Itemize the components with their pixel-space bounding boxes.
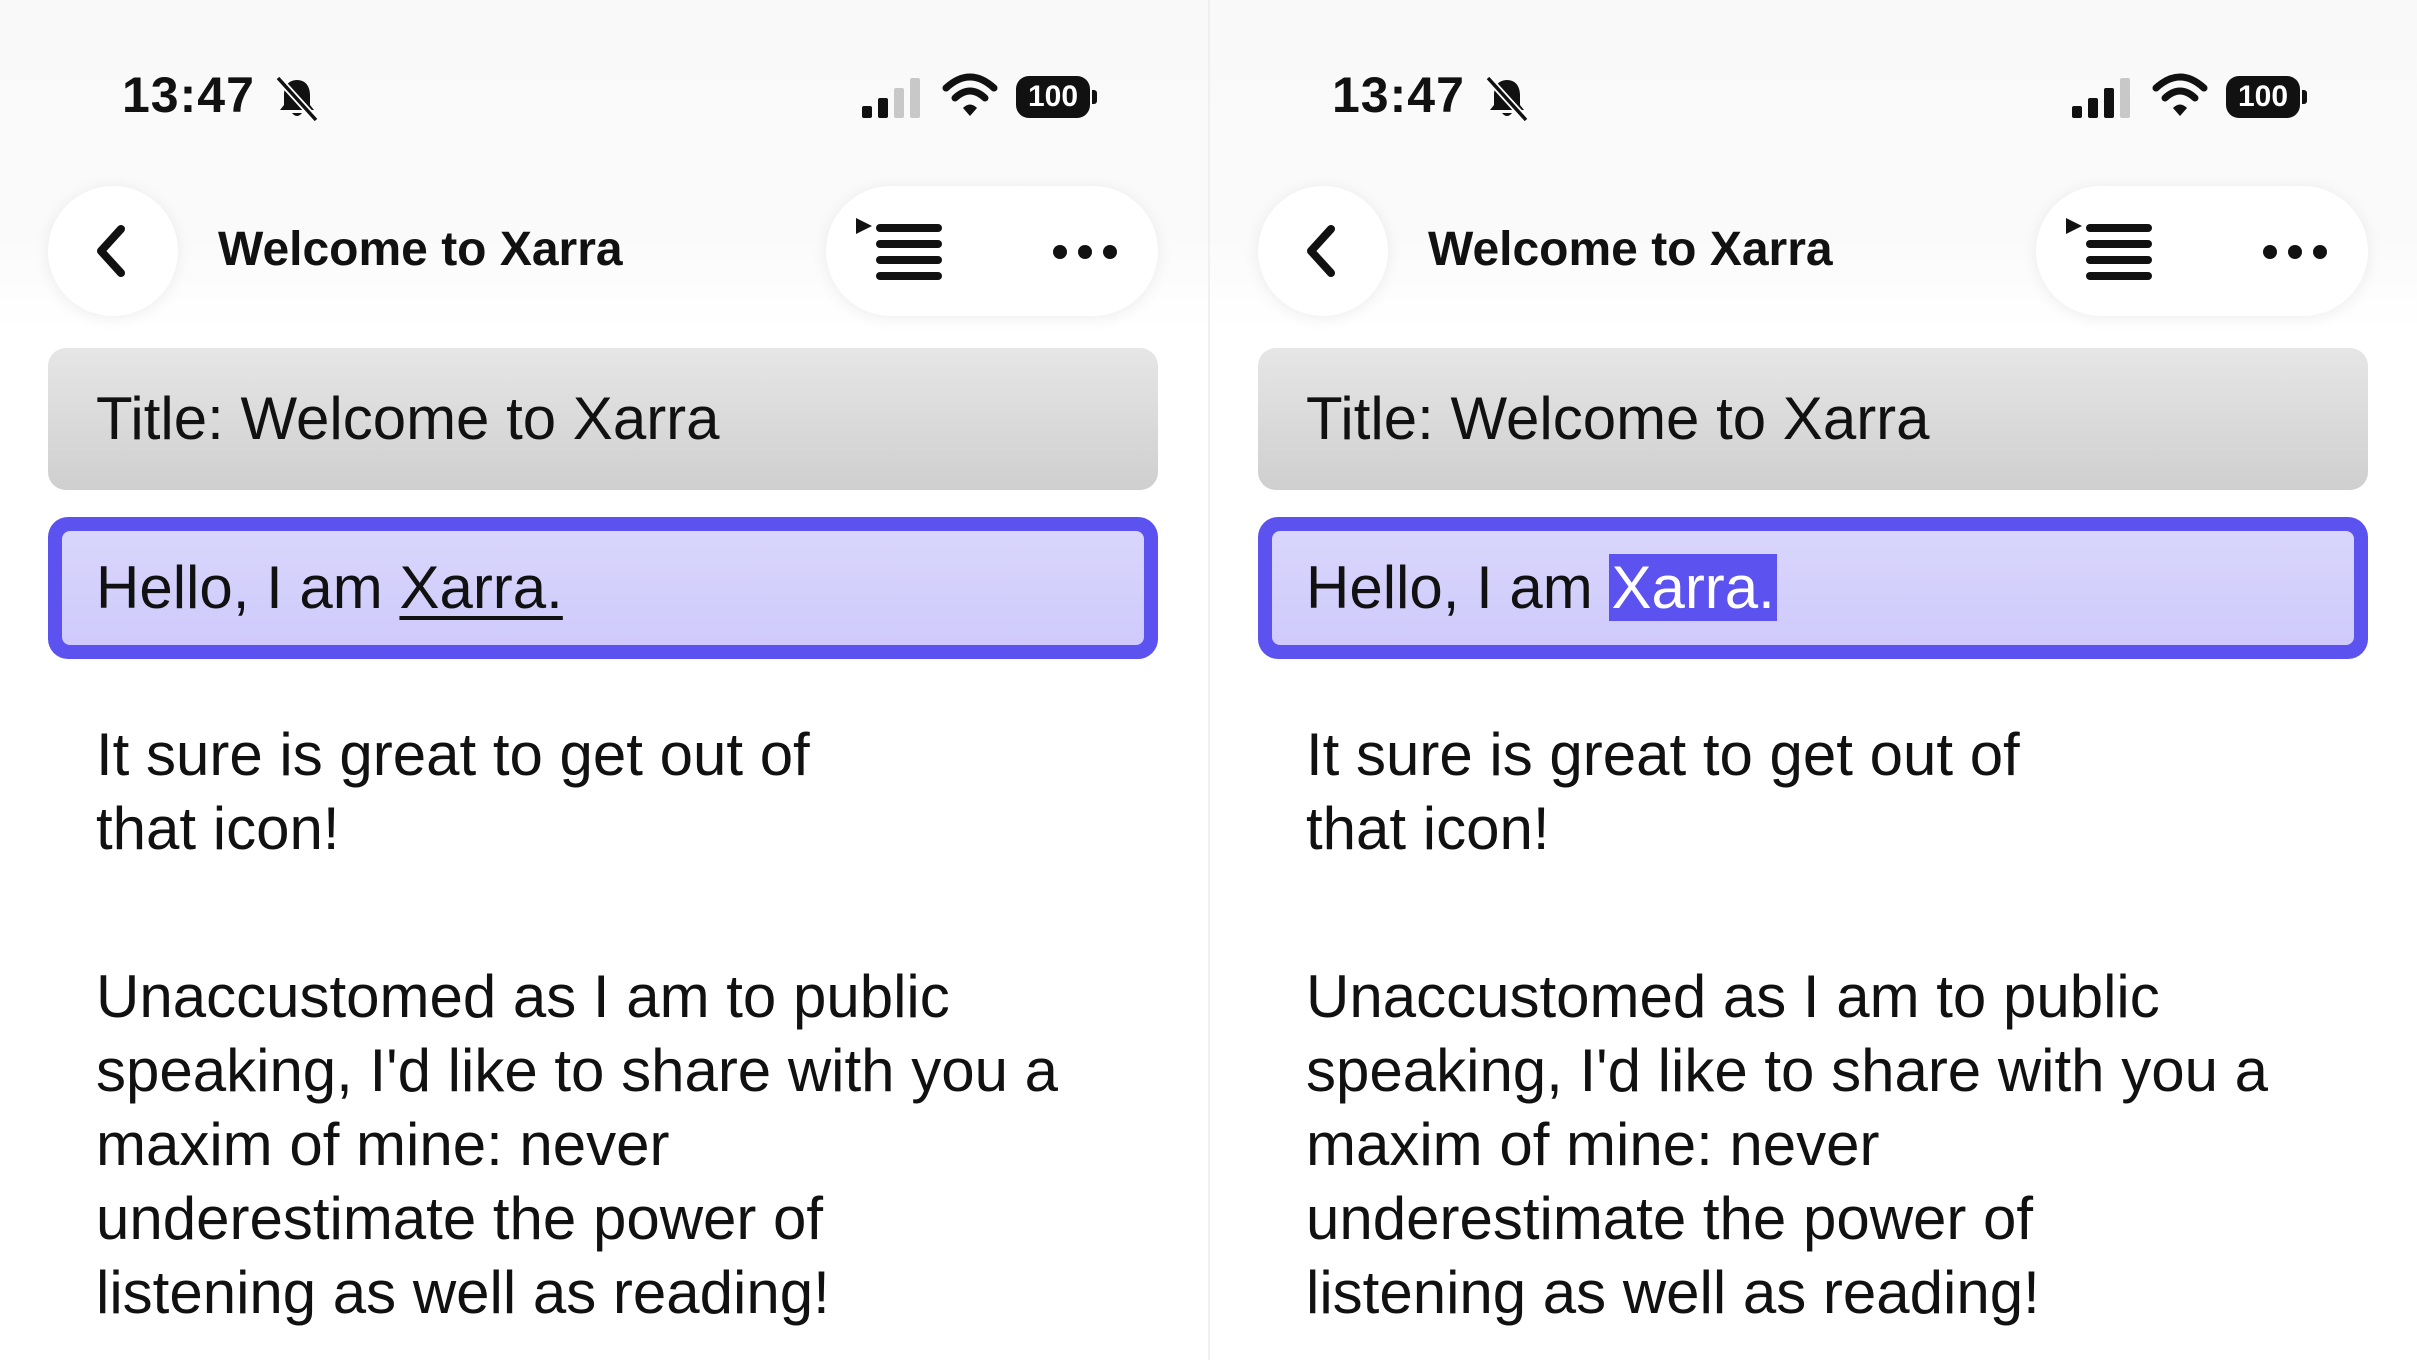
paragraph-line: Unaccustomed as I am to public <box>96 963 950 1030</box>
wifi-icon <box>2152 73 2208 116</box>
ellipsis-icon[interactable] <box>2260 232 2330 272</box>
paragraph-line: underestimate the power of <box>1306 1185 2034 1252</box>
paragraph[interactable]: It sure is great to get out of that icon… <box>1306 718 2366 866</box>
paragraph-line: Unaccustomed as I am to public <box>1306 963 2160 1030</box>
title-block[interactable]: Title: Welcome to Xarra <box>1258 348 2368 490</box>
paragraph-line: underestimate the power of <box>96 1185 824 1252</box>
battery-tip <box>2302 90 2307 104</box>
sentence-prefix: Hello, I am <box>1306 554 1610 621</box>
sentence-prefix: Hello, I am <box>96 554 400 621</box>
phone-screen-selected: 13:47 100 Welcome to Xarra Title: Welcom… <box>1210 0 2417 1360</box>
paragraph-line: It sure is great to get out of <box>96 721 810 788</box>
status-time: 13:47 <box>122 67 255 123</box>
bell-slash-icon <box>275 75 319 123</box>
status-time: 13:47 <box>1332 67 1465 123</box>
current-word-underlined: Xarra. <box>399 554 563 621</box>
paragraph-line: that icon! <box>96 795 340 862</box>
ellipsis-icon[interactable] <box>1050 232 1120 272</box>
battery-level: 100 <box>2226 76 2300 118</box>
paragraph-line: listening as well as reading! <box>96 1259 830 1326</box>
active-sentence-block[interactable]: Hello, I am Xarra. <box>1258 517 2368 659</box>
paragraph[interactable]: Unaccustomed as I am to public speaking,… <box>96 960 1156 1330</box>
paragraph-line: speaking, I'd like to share with you a <box>96 1037 1058 1104</box>
paragraph[interactable]: Unaccustomed as I am to public speaking,… <box>1306 960 2366 1330</box>
paragraph-line: maxim of mine: never <box>96 1111 670 1178</box>
chevron-left-icon <box>97 225 125 277</box>
paragraph-line: It sure is great to get out of <box>1306 721 2020 788</box>
back-button[interactable] <box>1258 186 1388 316</box>
paragraph-line: that icon! <box>1306 795 1550 862</box>
toolbar-pill <box>2036 186 2368 316</box>
title-block-text: Title: Welcome to Xarra <box>1306 385 1930 452</box>
title-block[interactable]: Title: Welcome to Xarra <box>48 348 1158 490</box>
paragraph-line: listening as well as reading! <box>1306 1259 2040 1326</box>
cellular-signal-icon <box>862 78 920 118</box>
paragraph[interactable]: It sure is great to get out of that icon… <box>96 718 1156 866</box>
current-word-selected: Xarra. <box>1609 554 1777 621</box>
paragraph-line: speaking, I'd like to share with you a <box>1306 1037 2268 1104</box>
toolbar-pill <box>826 186 1158 316</box>
chevron-left-icon <box>1307 225 1335 277</box>
back-button[interactable] <box>48 186 178 316</box>
paragraph-line: maxim of mine: never <box>1306 1111 1880 1178</box>
nav-title: Welcome to Xarra <box>218 223 623 276</box>
comparison-screenshot: 13:47 100 Welcome to Xarra Title: Welcom… <box>0 0 2417 1360</box>
battery-icon: 100 <box>1016 76 1098 118</box>
bell-slash-icon <box>1485 75 1529 123</box>
wifi-icon <box>942 73 998 116</box>
active-sentence-text: Hello, I am Xarra. <box>96 553 563 622</box>
active-sentence-text: Hello, I am Xarra. <box>1306 553 1777 622</box>
battery-tip <box>1092 90 1097 104</box>
battery-icon: 100 <box>2226 76 2308 118</box>
phone-screen-underline: 13:47 100 Welcome to Xarra Title: Welcom… <box>0 0 1208 1360</box>
active-sentence-block[interactable]: Hello, I am Xarra. <box>48 517 1158 659</box>
play-list-icon[interactable] <box>2064 214 2164 290</box>
cellular-signal-icon <box>2072 78 2130 118</box>
play-list-icon[interactable] <box>854 214 954 290</box>
nav-title: Welcome to Xarra <box>1428 223 1833 276</box>
battery-level: 100 <box>1016 76 1090 118</box>
title-block-text: Title: Welcome to Xarra <box>96 385 720 452</box>
